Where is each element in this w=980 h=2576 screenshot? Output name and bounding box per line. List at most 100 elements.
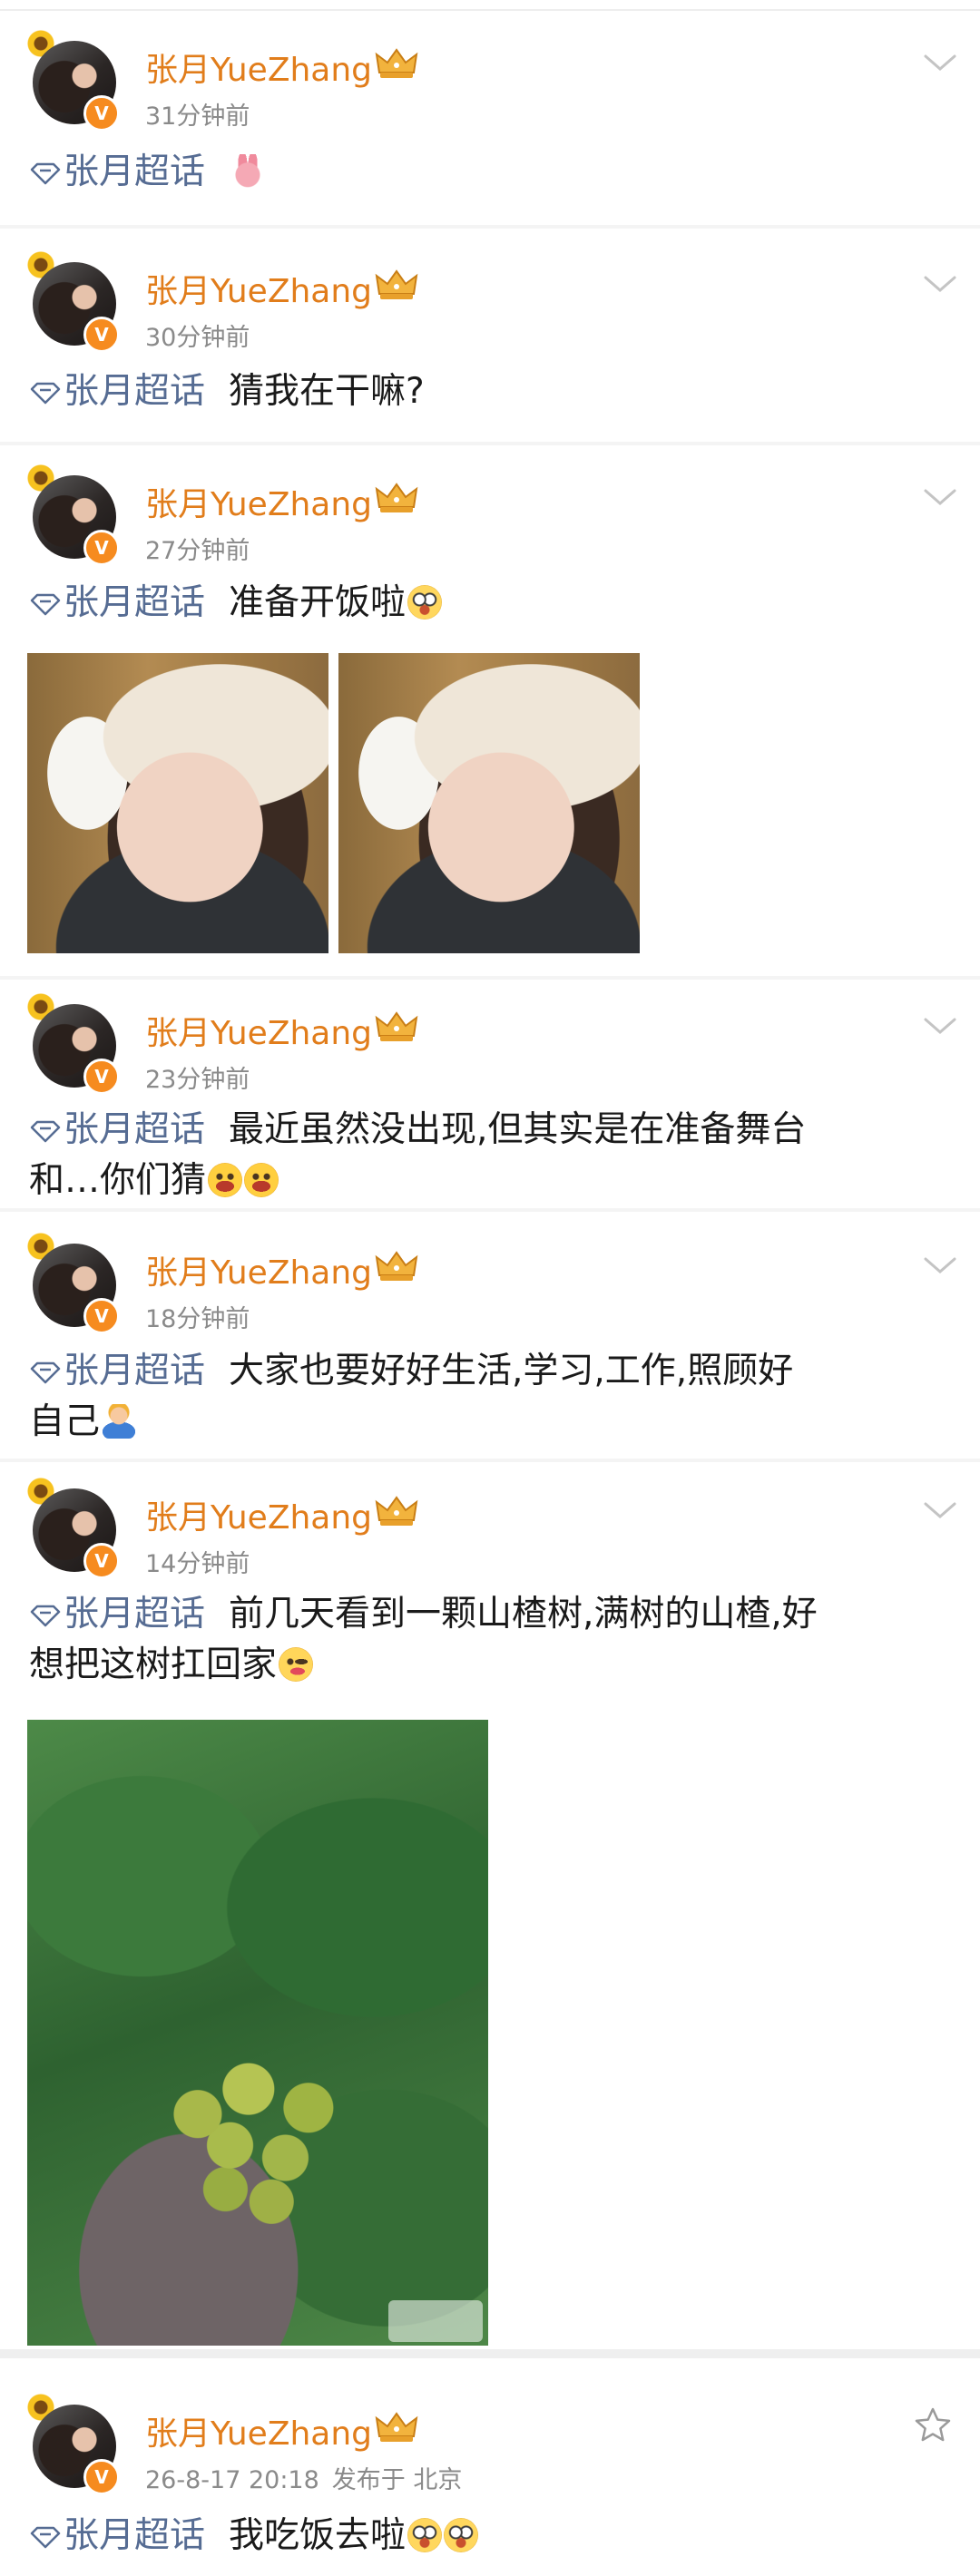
post-card[interactable]: V 张月YueZhang 23分钟前 张月超话 最近虽然没出现,但其实是在准备舞台… xyxy=(0,980,980,1206)
post-header: V 张月YueZhang 26-8-17 20:18 发布于 北京 xyxy=(0,2380,980,2498)
rabbit-emoji-icon xyxy=(230,154,266,189)
post-header: V 张月YueZhang 14分钟前 xyxy=(0,1464,980,1582)
topic-label: 张月超话 xyxy=(64,582,206,623)
username[interactable]: 张月YueZhang xyxy=(145,1007,372,1054)
star-icon[interactable] xyxy=(913,2405,953,2445)
post-text: 张月超话 猜我在干嘛? xyxy=(29,366,946,417)
post-text-body: 我吃饭去啦 xyxy=(229,2515,407,2556)
username[interactable]: 张月YueZhang xyxy=(145,478,372,525)
timestamp: 31分钟前 xyxy=(145,102,250,131)
verified-badge-icon: V xyxy=(83,2459,120,2495)
username[interactable]: 张月YueZhang xyxy=(145,44,372,91)
crown-icon xyxy=(375,269,418,299)
crown-icon xyxy=(375,48,418,78)
topic-link[interactable]: 张月超话 xyxy=(29,1594,229,1634)
post-card[interactable]: V 张月YueZhang 27分钟前 张月超话 准备开饭啦 xyxy=(0,445,980,976)
post-time: 18分钟前 xyxy=(145,1299,250,1334)
chevron-down-icon[interactable] xyxy=(922,485,958,509)
avatar[interactable]: V xyxy=(27,251,120,353)
verified-badge-icon: V xyxy=(83,317,120,353)
super-topic-icon xyxy=(30,162,61,185)
crown-icon xyxy=(375,1496,418,1526)
timestamp: 27分钟前 xyxy=(145,537,250,565)
crown-icon xyxy=(375,483,418,512)
post-image-2[interactable] xyxy=(338,653,640,953)
post-time: 26-8-17 20:18 发布于 北京 xyxy=(145,2460,462,2495)
crown-icon xyxy=(375,1011,418,1041)
post-header: V 张月YueZhang 31分钟前 xyxy=(0,16,980,134)
topic-link[interactable]: 张月超话 xyxy=(29,371,229,412)
post-text: 张月超话 前几天看到一颗山楂树,满树的山楂,好 想把这树扛回家 xyxy=(29,1589,946,1691)
shrug-emoji-icon xyxy=(102,1404,137,1439)
timestamp: 23分钟前 xyxy=(145,1066,250,1094)
post-text: 张月超话 xyxy=(29,147,946,198)
post-text: 张月超话 我吃饭去啦 xyxy=(29,2511,946,2561)
topic-label: 张月超话 xyxy=(64,1594,206,1634)
post-time: 30分钟前 xyxy=(145,317,250,353)
laugh-emoji-icon xyxy=(244,1163,279,1197)
super-topic-icon xyxy=(30,1361,61,1384)
chevron-down-icon[interactable] xyxy=(922,1498,958,1522)
topic-label: 张月超话 xyxy=(64,1351,206,1391)
post-text: 张月超话 最近虽然没出现,但其实是在准备舞台 和…你们猜 xyxy=(29,1105,946,1206)
super-topic-icon xyxy=(30,382,61,405)
avatar[interactable]: V xyxy=(27,30,120,132)
post-text: 张月超话 大家也要好好生活,学习,工作,照顾好 自己 xyxy=(29,1346,946,1448)
post-text-line2: 自己 xyxy=(29,1401,101,1442)
avatar[interactable]: V xyxy=(27,993,120,1095)
weibo-feed: V 张月YueZhang 31分钟前 张月超话 V 张月YueZhang 30分… xyxy=(0,0,980,2576)
topic-link[interactable]: 张月超话 xyxy=(29,582,229,623)
username[interactable]: 张月YueZhang xyxy=(145,265,372,312)
chevron-down-icon[interactable] xyxy=(922,1254,958,1277)
timestamp: 26-8-17 20:18 xyxy=(145,2466,319,2494)
topic-link[interactable]: 张月超话 xyxy=(29,1109,229,1150)
topic-link[interactable]: 张月超话 xyxy=(29,2515,229,2556)
post-card[interactable]: V 张月YueZhang 30分钟前 张月超话 猜我在干嘛? xyxy=(0,229,980,442)
post-card[interactable]: V 张月YueZhang 18分钟前 张月超话 大家也要好好生活,学习,工作,照顾… xyxy=(0,1212,980,1455)
post-image-1[interactable] xyxy=(27,1720,488,2346)
post-time: 14分钟前 xyxy=(145,1544,250,1579)
post-card[interactable]: V 张月YueZhang 31分钟前 张月超话 xyxy=(0,0,980,222)
topic-link[interactable]: 张月超话 xyxy=(29,1351,229,1391)
verified-badge-icon: V xyxy=(83,1298,120,1334)
avatar[interactable]: V xyxy=(27,1233,120,1334)
timestamp: 30分钟前 xyxy=(145,324,250,352)
post-image-1[interactable] xyxy=(27,653,328,953)
post-header: V 张月YueZhang 30分钟前 xyxy=(0,238,980,356)
crown-icon xyxy=(375,2412,418,2442)
post-text-line2: 和…你们猜 xyxy=(29,1160,207,1201)
timestamp: 14分钟前 xyxy=(145,1550,250,1578)
post-text-body: 准备开饭啦 xyxy=(229,582,407,623)
post-card[interactable]: V 张月YueZhang 26-8-17 20:18 发布于 北京 张月超话 我吃饭… xyxy=(0,2358,980,2576)
post-time: 31分钟前 xyxy=(145,96,250,132)
cry-emoji-icon xyxy=(407,585,443,620)
username[interactable]: 张月YueZhang xyxy=(145,2407,372,2454)
super-topic-icon xyxy=(30,2526,61,2549)
video-icon xyxy=(388,2300,483,2342)
avatar[interactable]: V xyxy=(27,2394,120,2495)
cry-emoji-icon xyxy=(444,2518,479,2552)
wink-emoji-icon xyxy=(279,1647,314,1682)
username[interactable]: 张月YueZhang xyxy=(145,1491,372,1538)
post-text-body: 猜我在干嘛? xyxy=(229,371,425,412)
topic-label: 张月超话 xyxy=(64,1109,206,1150)
topic-label: 张月超话 xyxy=(64,151,206,192)
verified-badge-icon: V xyxy=(83,1059,120,1095)
topic-link[interactable]: 张月超话 xyxy=(29,151,229,192)
avatar[interactable]: V xyxy=(27,1478,120,1579)
crown-icon xyxy=(375,1251,418,1281)
post-location: 发布于 北京 xyxy=(331,2466,463,2494)
super-topic-icon xyxy=(30,1120,61,1143)
post-divider xyxy=(0,2349,980,2358)
verified-badge-icon: V xyxy=(83,1543,120,1579)
cry-emoji-icon xyxy=(407,2518,443,2552)
avatar[interactable]: V xyxy=(27,464,120,566)
post-text: 张月超话 准备开饭啦 xyxy=(29,578,946,629)
username[interactable]: 张月YueZhang xyxy=(145,1246,372,1293)
chevron-down-icon[interactable] xyxy=(922,51,958,74)
chevron-down-icon[interactable] xyxy=(922,272,958,296)
post-card[interactable]: V 张月YueZhang 14分钟前 张月超话 前几天看到一颗山楂树,满树的山楂,… xyxy=(0,1462,980,2347)
super-topic-icon xyxy=(30,1605,61,1627)
post-time: 23分钟前 xyxy=(145,1059,250,1095)
chevron-down-icon[interactable] xyxy=(922,1014,958,1038)
